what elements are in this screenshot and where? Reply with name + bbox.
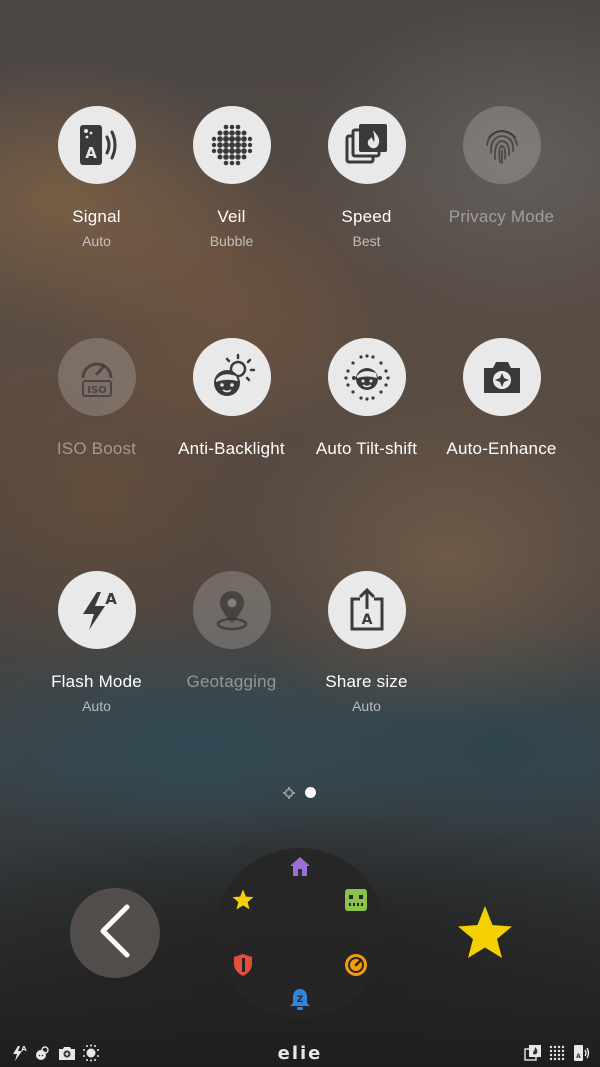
tile-privacy-mode[interactable]: Privacy Mode	[434, 106, 569, 227]
signal-button[interactable]: A	[57, 106, 136, 184]
chevron-left-icon	[95, 901, 135, 966]
robot-icon[interactable]	[343, 887, 369, 913]
tile-label: Share size	[325, 672, 408, 691]
tile-auto-enhance[interactable]: Auto-Enhance	[434, 338, 569, 459]
gear-icon[interactable]	[283, 786, 295, 799]
tile-signal[interactable]: A Signal Auto	[29, 106, 164, 249]
status-bar: A elie A	[0, 1040, 600, 1067]
tile-label: Auto-Enhance	[446, 439, 557, 458]
home-icon[interactable]	[287, 853, 313, 879]
flash-mode-button[interactable]: A	[57, 571, 136, 649]
star-icon[interactable]	[230, 887, 256, 913]
back-button[interactable]	[70, 888, 160, 978]
dot-grid-icon	[208, 121, 256, 169]
veil-icon	[548, 1044, 566, 1062]
shield-icon[interactable]	[230, 952, 256, 978]
tile-label: Flash Mode	[51, 672, 142, 691]
speed-icon	[524, 1044, 542, 1062]
quick-dial[interactable]: Z	[215, 848, 385, 1018]
auto-tilt-shift-button[interactable]	[327, 338, 406, 416]
iso-boost-button[interactable]: ISO	[57, 338, 136, 416]
tile-anti-backlight[interactable]: Anti-Backlight	[164, 338, 299, 459]
tile-label: Privacy Mode	[448, 207, 555, 226]
tile-flash-mode[interactable]: A Flash Mode Auto	[29, 571, 164, 714]
stacked-photos-flame-icon	[342, 120, 392, 170]
fingerprint-icon	[480, 123, 524, 167]
star-icon	[455, 906, 515, 968]
svg-text:A: A	[576, 1053, 581, 1060]
svg-text:A: A	[85, 144, 97, 162]
geotagging-button[interactable]	[192, 571, 271, 649]
tile-label: Geotagging	[186, 672, 277, 691]
favorite-star-button[interactable]	[455, 904, 515, 964]
iso-gauge-icon: ISO	[74, 354, 120, 400]
svg-text:A: A	[105, 590, 117, 608]
tile-sublabel: Best	[352, 233, 381, 249]
svg-text:A: A	[361, 612, 372, 628]
face-dots-icon	[341, 351, 393, 403]
svg-text:ISO: ISO	[87, 385, 106, 396]
tile-sublabel: Auto	[352, 698, 381, 714]
speed-button[interactable]	[327, 106, 406, 184]
tile-label: Auto Tilt-shift	[315, 439, 418, 458]
bell-z-icon[interactable]: Z	[287, 986, 313, 1012]
tile-veil[interactable]: Veil Bubble	[164, 106, 299, 249]
signal-card-icon: A	[71, 119, 123, 171]
tile-label: Speed	[341, 207, 392, 226]
tile-label: Signal	[72, 207, 121, 226]
camera-sparkle-icon	[479, 354, 525, 400]
privacy-mode-button[interactable]	[462, 106, 541, 184]
tile-speed[interactable]: Speed Best	[299, 106, 434, 249]
page-dot-active[interactable]	[305, 786, 316, 798]
svg-text:Z: Z	[297, 995, 304, 1005]
location-pin-icon	[209, 587, 255, 633]
brand-logo: elie	[277, 1043, 323, 1064]
share-size-button[interactable]: A	[327, 571, 406, 649]
veil-button[interactable]	[192, 106, 271, 184]
tile-share-size[interactable]: A Share size Auto	[299, 571, 434, 714]
tile-sublabel: Auto	[82, 233, 111, 249]
page-indicator	[283, 786, 316, 799]
tile-label: ISO Boost	[56, 439, 137, 458]
tile-auto-tilt-shift[interactable]: Auto Tilt-shift	[299, 338, 434, 459]
tile-geotagging[interactable]: Geotagging	[164, 571, 299, 692]
face-sun-icon	[206, 351, 258, 403]
tile-iso-boost[interactable]: ISO ISO Boost	[29, 338, 164, 459]
tile-label: Anti-Backlight	[178, 439, 285, 458]
gauge-icon[interactable]	[343, 952, 369, 978]
tile-sublabel: Bubble	[209, 233, 254, 249]
auto-enhance-button[interactable]	[462, 338, 541, 416]
signal-icon: A	[572, 1044, 590, 1062]
anti-backlight-button[interactable]	[192, 338, 271, 416]
tile-label: Veil	[217, 207, 246, 226]
flash-auto-icon: A	[73, 586, 121, 634]
share-size-icon: A	[344, 587, 390, 633]
tile-sublabel: Auto	[82, 698, 111, 714]
